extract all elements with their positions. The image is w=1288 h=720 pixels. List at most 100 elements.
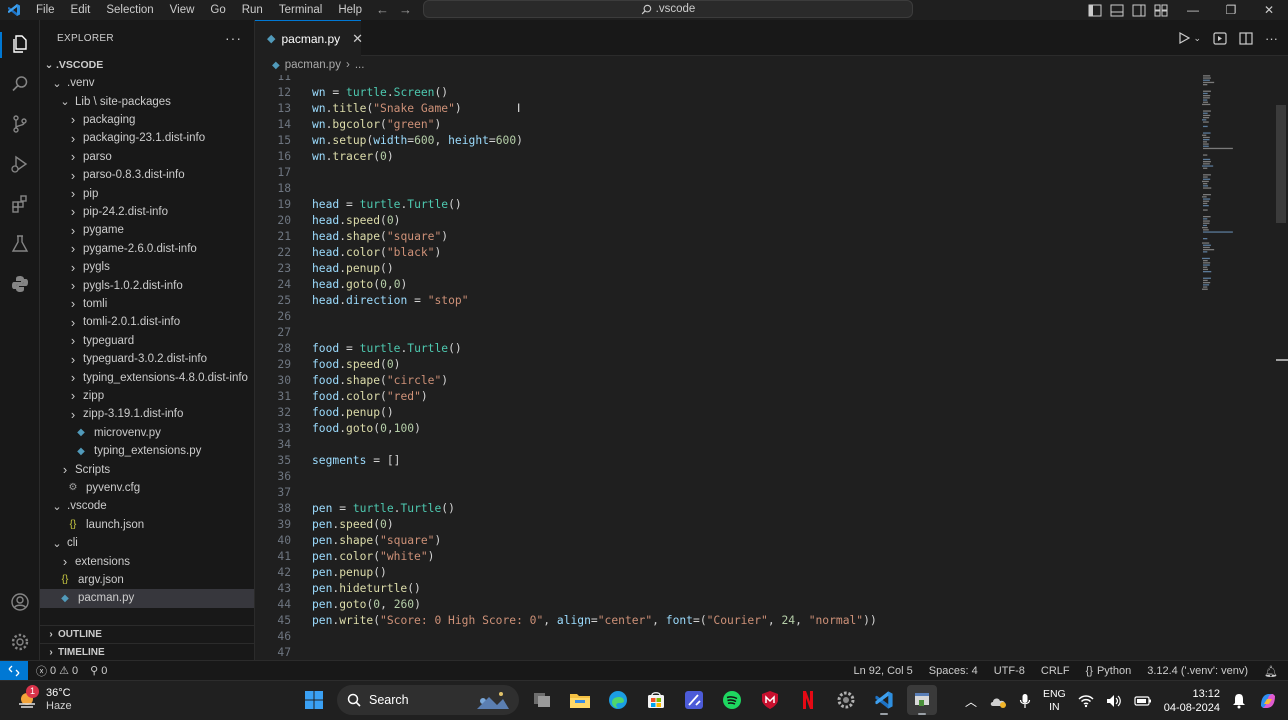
remote-indicator-icon[interactable] [0, 660, 28, 681]
forward-arrow-icon[interactable]: → [399, 0, 412, 20]
tree-item[interactable]: ⌄ .vscode [40, 497, 254, 515]
search-icon[interactable] [8, 72, 32, 96]
live-preview-icon[interactable] [1213, 31, 1227, 45]
more-actions-icon[interactable]: ··· [1265, 31, 1278, 46]
timeline-section[interactable]: › TIMELINE [40, 643, 254, 661]
code-line[interactable]: 36 [255, 469, 1195, 485]
settings-gear-icon[interactable] [8, 630, 32, 654]
tree-item[interactable]: {} launch.json [40, 516, 254, 534]
file-explorer-icon[interactable] [565, 685, 595, 715]
code-line[interactable]: 17 [255, 165, 1195, 181]
code-line[interactable]: 29 food.speed(0) [255, 357, 1195, 373]
code-line[interactable]: 28 food = turtle.Turtle() [255, 341, 1195, 357]
code-line[interactable]: 38 pen = turtle.Turtle() [255, 501, 1195, 517]
code-line[interactable]: 14 wn.bgcolor("green") [255, 117, 1195, 133]
close-icon[interactable]: ✕ [352, 31, 363, 47]
tree-item[interactable]: › pip-24.2.dist-info [40, 203, 254, 221]
back-arrow-icon[interactable]: ← [376, 0, 389, 20]
run-debug-icon[interactable] [8, 152, 32, 176]
code-line[interactable]: 46 [255, 629, 1195, 645]
code-line[interactable]: 15 wn.setup(width=600, height=600) [255, 133, 1195, 149]
tree-item[interactable]: › parso-0.8.3.dist-info [40, 166, 254, 184]
restore-icon[interactable]: ❐ [1212, 0, 1250, 20]
code-line[interactable]: 12 wn = turtle.Screen() [255, 85, 1195, 101]
tree-item[interactable]: › pygls [40, 258, 254, 276]
tree-item[interactable]: › pygame [40, 221, 254, 239]
windows-start-icon[interactable] [299, 685, 329, 715]
code-line[interactable]: 23 head.penup() [255, 261, 1195, 277]
extensions-icon[interactable] [8, 192, 32, 216]
account-icon[interactable] [8, 590, 32, 614]
code-editor[interactable]: 11 12 wn = turtle.Screen() 13 wn.title("Snak… [255, 75, 1275, 660]
cursor-position[interactable]: Ln 92, Col 5 [853, 665, 912, 677]
menu-edit[interactable]: Edit [63, 0, 99, 20]
tree-item[interactable]: › zipp-3.19.1.dist-info [40, 405, 254, 423]
taskbar-search[interactable]: Search [337, 685, 519, 715]
tree-item[interactable]: › packaging [40, 111, 254, 129]
vscode-taskbar-icon[interactable] [869, 685, 899, 715]
code-line[interactable]: 26 [255, 309, 1195, 325]
tree-item[interactable]: › pygls-1.0.2.dist-info [40, 276, 254, 294]
tree-item[interactable]: › typing_extensions-4.8.0.dist-info [40, 368, 254, 386]
code-line[interactable]: 35 segments = [] [255, 453, 1195, 469]
menu-terminal[interactable]: Terminal [271, 0, 330, 20]
code-line[interactable]: 30 food.shape("circle") [255, 373, 1195, 389]
menu-file[interactable]: File [28, 0, 63, 20]
tree-item[interactable]: › Scripts [40, 460, 254, 478]
menu-help[interactable]: Help [330, 0, 370, 20]
code-line[interactable]: 24 head.goto(0,0) [255, 277, 1195, 293]
battery-icon[interactable] [1134, 695, 1152, 707]
code-line[interactable]: 42 pen.penup() [255, 565, 1195, 581]
tree-item[interactable]: ◆ typing_extensions.py [40, 442, 254, 460]
tree-item[interactable]: ⌄ .venv [40, 74, 254, 92]
menu-run[interactable]: Run [234, 0, 271, 20]
breadcrumb-file[interactable]: pacman.py [285, 59, 341, 71]
split-editor-icon[interactable] [1239, 31, 1253, 45]
code-line[interactable]: 45 pen.write("Score: 0 High Score: 0", al… [255, 613, 1195, 629]
code-line[interactable]: 47 [255, 645, 1195, 660]
code-line[interactable]: 22 head.color("black") [255, 245, 1195, 261]
run-python-file-icon[interactable]: ⌄ [1179, 32, 1201, 44]
tree-item[interactable]: ⌄ cli [40, 534, 254, 552]
python-interpreter[interactable]: 3.12.4 ('.venv': venv) [1147, 665, 1248, 677]
edge-browser-icon[interactable] [603, 685, 633, 715]
tree-item[interactable]: › parso [40, 148, 254, 166]
code-line[interactable]: 27 [255, 325, 1195, 341]
end-of-line[interactable]: CRLF [1041, 665, 1070, 677]
code-line[interactable]: 43 pen.hideturtle() [255, 581, 1195, 597]
tree-item[interactable]: › typeguard-3.0.2.dist-info [40, 350, 254, 368]
netflix-icon[interactable] [793, 685, 823, 715]
menu-selection[interactable]: Selection [98, 0, 161, 20]
menu-view[interactable]: View [162, 0, 203, 20]
code-line[interactable]: 31 food.color("red") [255, 389, 1195, 405]
tree-item[interactable]: › pip [40, 184, 254, 202]
workspace-root[interactable]: ⌄ .VSCODE [40, 56, 254, 74]
tree-item[interactable]: › tomli [40, 295, 254, 313]
language-mode[interactable]: {} Python [1086, 665, 1132, 677]
problems-indicator[interactable]: ⓧ 0 ⚠ 0 [36, 663, 78, 679]
code-line[interactable]: 33 food.goto(0,100) [255, 421, 1195, 437]
source-control-icon[interactable] [8, 112, 32, 136]
toggle-panel-icon[interactable] [1110, 4, 1124, 17]
tree-item[interactable]: › zipp [40, 387, 254, 405]
menu-go[interactable]: Go [202, 0, 233, 20]
code-line[interactable]: 16 wn.tracer(0) [255, 149, 1195, 165]
code-line[interactable]: 32 food.penup() [255, 405, 1195, 421]
python-icon[interactable] [8, 272, 32, 296]
command-center[interactable]: .vscode [423, 0, 913, 18]
code-line[interactable]: 20 head.speed(0) [255, 213, 1195, 229]
minimize-icon[interactable]: — [1174, 0, 1212, 20]
code-line[interactable]: 44 pen.goto(0, 260) [255, 597, 1195, 613]
input-language[interactable]: ENG IN [1043, 688, 1066, 714]
close-window-icon[interactable]: ✕ [1250, 0, 1288, 20]
indentation[interactable]: Spaces: 4 [929, 665, 978, 677]
settings-app-icon[interactable] [831, 685, 861, 715]
wifi-icon[interactable] [1078, 694, 1094, 708]
code-line[interactable]: 41 pen.color("white") [255, 549, 1195, 565]
task-view-icon[interactable] [527, 685, 557, 715]
notifications-bell-icon[interactable]: 🔔︎ [1264, 665, 1278, 678]
more-actions-icon[interactable]: ··· [225, 30, 242, 46]
toggle-secondary-sidebar-icon[interactable] [1132, 4, 1146, 17]
explorer-icon[interactable] [8, 32, 32, 56]
volume-icon[interactable] [1106, 694, 1122, 708]
